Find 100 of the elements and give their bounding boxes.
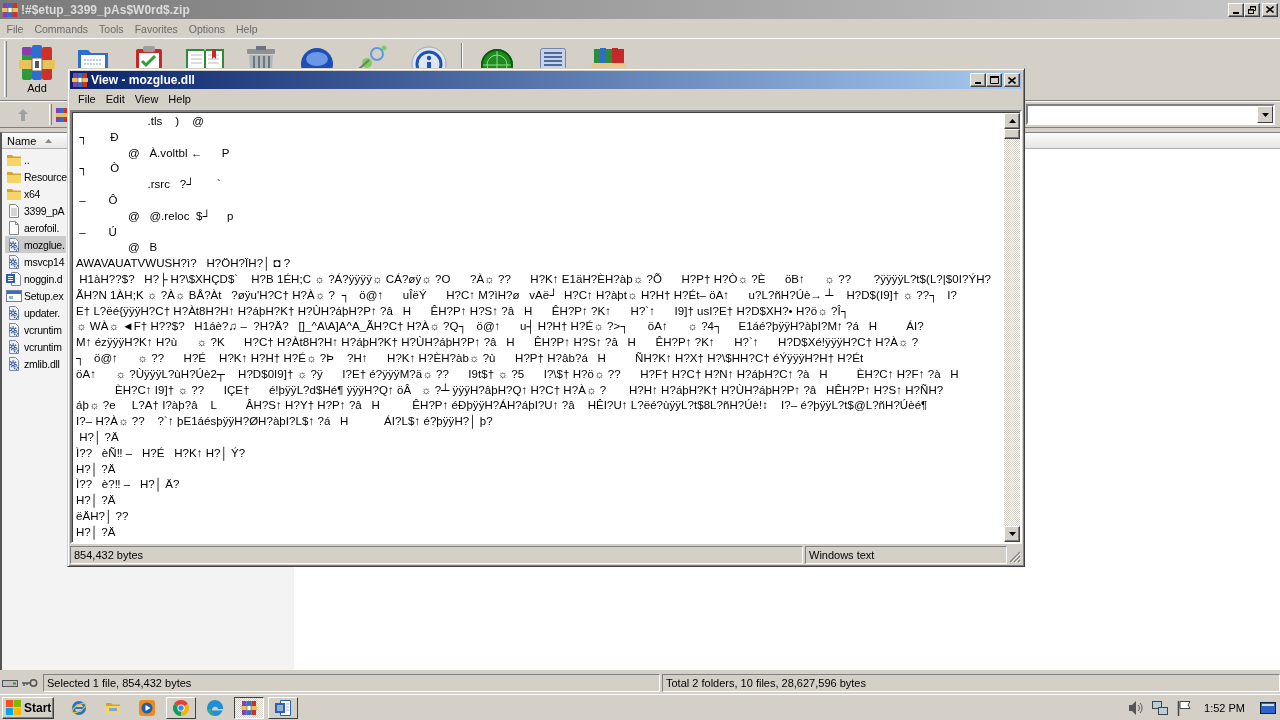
text-line: ☼ WÀ☼ ◄F† H??$? H1áè?♫ – ?H?Ä? []_^A\A]A^A_ÃH?C† H?À☼ ?Q┐ ö@↑ u┤ H?H† H?É☼ ?>┐ öA↑ ☼ ?4┐ E1áé?þÿÿH?àþI?M↑ ?á H ÁI? xyxy=(76,319,924,336)
scroll-up-button[interactable] xyxy=(1004,113,1020,129)
minimize-icon xyxy=(975,82,981,84)
file-name: mozglue. xyxy=(24,238,65,251)
text-line: ┐ ö@↑ ☼ ?? H?É H?K↑ H?H† H?É☼ ?Þ ?H↑ H?K↑ H?ÈH?àb☼ ?ù H?P† H?âb?á H ÑH?K↑ H?X† H?\$HH?C† éÝÿÿÿH?H† H?Ét xyxy=(76,350,864,367)
menu-item[interactable]: File xyxy=(73,93,101,105)
file-name: vcruntim xyxy=(24,323,62,336)
dropdown-button[interactable] xyxy=(1257,106,1273,123)
file-name: Setup.ex xyxy=(24,289,64,302)
restore-button[interactable] xyxy=(1244,2,1260,17)
file-row[interactable]: msvcp14 xyxy=(5,253,66,270)
text-line: E† L?ëé{ÿÿÿH?C† H?Àt8H?H↑ H?áþH?K† H?ÙH?áþH?P↑ ?â H ÊH?P↑ H?S↑ ?â H ÊH?P↑ ?K↑ H?`↑ I9]† usI?E† H?D$XH?• H?ö☼ ?Î┐ xyxy=(76,303,849,319)
file-row[interactable]: x64 xyxy=(5,185,42,202)
flag-icon[interactable] xyxy=(1177,699,1192,716)
text-line: @ À.voltbl ← P xyxy=(126,145,230,161)
file-row[interactable]: Resource xyxy=(5,168,68,185)
text-line: Ì?? èÑ‼ – H?É H?K↑ H?│ Ý? xyxy=(76,445,246,462)
books-icon xyxy=(19,44,55,82)
menu-item[interactable]: Help xyxy=(230,22,264,35)
text-line: áþ☼ ?e L?A† I?àþ?â L ÂH?S↑ H?Y† H?P↑ ?â H ÊH?P↑ éÐþÿÿH?ÁH?áþI?U↑ ?â HÊI?U↑ L?ëé?ùÿÿL?t$8L?ñH?Úè!↕ I?– é?þÿÿL?t$@L?ñH?Úèé¶ xyxy=(76,398,928,414)
caret-icon xyxy=(1261,112,1269,117)
scroll-thumb[interactable] xyxy=(1004,129,1020,139)
drive-icon xyxy=(2,679,18,687)
text-line: ┐ Ò xyxy=(78,161,120,178)
file-icon xyxy=(6,219,22,236)
text-line: ÈH?C↑ I9]† ☼ ?? IÇE† é!þÿÿL?d$Hé¶ ÿÿÿH?Q↑ öÂ ☼ ?┴ ÿÿÿH?âþH?Q↑ H?C† H?À☼ ? H?H↑ H?áþH?K† H?ÙH?áþH?P↑ ?â HÊH?P↑ H?S↑ H?ÑH? xyxy=(113,382,944,398)
speaker-icon[interactable] xyxy=(1128,699,1144,716)
vertical-scrollbar[interactable] xyxy=(1004,113,1020,542)
books-icon[interactable] xyxy=(591,45,627,69)
menu-item[interactable]: Tools xyxy=(93,22,130,35)
text-line: ÃH?N 1ÀH;K ☼ ?À☼ BÅ?Àt ?øÿu'H?C† H?À☼ ? ┐ ö@↑ uÎëÝ H?C↑ M?ìH?ø vAë┘ H?C↑ H?àþt☼ H?H† H?Ét– öA↑ u?L?ñH?Úè→ ┴ H?D$(I9]† ☼ ??┐ I? xyxy=(76,287,957,304)
up-arrow-icon xyxy=(17,108,28,121)
taskbar-button[interactable] xyxy=(234,696,264,719)
text-line: @ B xyxy=(126,240,158,256)
status-text: Total 2 folders, 10 files, 28,627,596 bytes xyxy=(662,674,1280,692)
file-name: msvcp14 xyxy=(24,255,65,268)
file-name: updater. xyxy=(24,306,60,319)
document-icon xyxy=(6,270,22,287)
file-name: noggin.d xyxy=(24,272,63,285)
network-icon[interactable] xyxy=(1152,700,1169,715)
text-line: – Ú xyxy=(78,224,117,240)
text-line: Ì?? è?‼ – H?│ Ä? xyxy=(76,477,180,494)
minimize-button[interactable] xyxy=(970,73,986,87)
text-line: .rsrc ?┘ ` xyxy=(146,177,221,193)
maximize-icon xyxy=(989,76,999,84)
toolbar-button[interactable]: Add xyxy=(9,39,65,97)
close-button[interactable] xyxy=(1262,2,1278,17)
menu-item[interactable]: File xyxy=(1,22,29,35)
gear-file-icon xyxy=(6,304,22,321)
text-line: öA↑ ☼ ?ÙÿÿÿL?ùH?Úè2┬ H?D$0I9]† ☼ ?ÿ I?E† é?ÿÿÿM?ä☼ ?? I9t$† ☼ ?5 I?\$† H?ö☼ ?? H?F† H?C† H?N↑ H?áþH?C↑ ?à H ÈH?C↑ H?F↑ ?à H xyxy=(76,366,959,383)
down-arrow-icon xyxy=(1008,532,1016,536)
menu-item[interactable]: Favorites xyxy=(129,22,184,35)
text-line: @ @.reloc $┘ p xyxy=(126,208,234,224)
maximize-button[interactable] xyxy=(986,73,1002,87)
menu-item[interactable]: Help xyxy=(163,93,196,105)
menu-item[interactable]: Edit xyxy=(100,93,130,105)
gear-file-icon xyxy=(6,338,22,355)
play-icon[interactable] xyxy=(139,699,155,716)
menu-item[interactable]: Options xyxy=(183,22,231,35)
menu-item[interactable]: View xyxy=(129,93,164,105)
gear-file-icon xyxy=(6,355,22,372)
up-arrow-icon xyxy=(1008,119,1016,123)
start-button[interactable]: Start xyxy=(2,696,54,719)
archive-icon xyxy=(56,106,68,123)
status-text: Selected 1 file, 854,432 bytes xyxy=(43,674,660,692)
path-field[interactable] xyxy=(1026,104,1275,125)
books-icon[interactable] xyxy=(241,699,257,716)
file-row[interactable]: 3399_pA xyxy=(5,202,66,219)
resize-grip-icon[interactable] xyxy=(1009,551,1021,563)
menu-item[interactable]: Commands xyxy=(28,22,94,35)
file-row[interactable]: mozglue. xyxy=(5,236,66,253)
file-row[interactable]: zmlib.dll xyxy=(5,355,61,372)
file-row[interactable]: .. xyxy=(5,151,31,168)
document-icon[interactable] xyxy=(275,699,291,716)
minimize-icon xyxy=(1233,11,1239,14)
show-desktop-icon[interactable] xyxy=(1260,701,1276,714)
file-row[interactable]: vcruntim xyxy=(5,321,63,338)
file-row[interactable]: aerofoil. xyxy=(5,219,61,236)
text-line: AWAVAUATVWUSH?ì? H?ÖH?ÏH?│ ◘ ? xyxy=(76,256,291,272)
window-title: View - mozglue.dll xyxy=(91,73,195,87)
file-row[interactable]: vcruntim xyxy=(5,338,63,355)
file-name: 3399_pA xyxy=(24,204,65,217)
text-line: H?│ ?Ä xyxy=(76,524,116,541)
scroll-down-button[interactable] xyxy=(1004,526,1020,542)
window-icon xyxy=(6,287,22,304)
minimize-button[interactable] xyxy=(1228,2,1244,17)
text-line: – Ô xyxy=(78,193,118,208)
file-row[interactable]: noggin.d xyxy=(5,270,64,287)
status-text: Windows text xyxy=(805,546,1007,564)
close-button[interactable] xyxy=(1004,73,1020,87)
column-header[interactable]: Name xyxy=(7,134,53,147)
file-row[interactable]: updater. xyxy=(5,304,61,321)
orbit-ring-icon[interactable] xyxy=(71,699,87,716)
text-line: I?– H?À☼ ?? ?`↑ þE1áésþÿÿH?ØH?àþI?L$↑ ?á H ÁI?L$↑ é?þÿÿH?│ þ? xyxy=(76,414,493,430)
file-row[interactable]: Setup.ex xyxy=(5,287,65,304)
text-line: H1àH??$? H?├ H?\$XHÇD$` H?B 1ÉH;C ☼ ?Á?ÿÿÿÿ☼ CÁ?øÿ☼ ?O ?À☼ ?? H?K↑ E1äH?ÈH?àþ☼ ?Õ H?P† H?Ò☼ ?È öB↑ ☼ ?? ?ÿÿÿÿL?t$(L?|$0I?ÝH? xyxy=(78,271,991,288)
gear-file-icon xyxy=(6,253,22,270)
start-flag-icon xyxy=(6,700,21,715)
file-name: Resource xyxy=(24,170,67,183)
close-icon xyxy=(1266,6,1274,13)
